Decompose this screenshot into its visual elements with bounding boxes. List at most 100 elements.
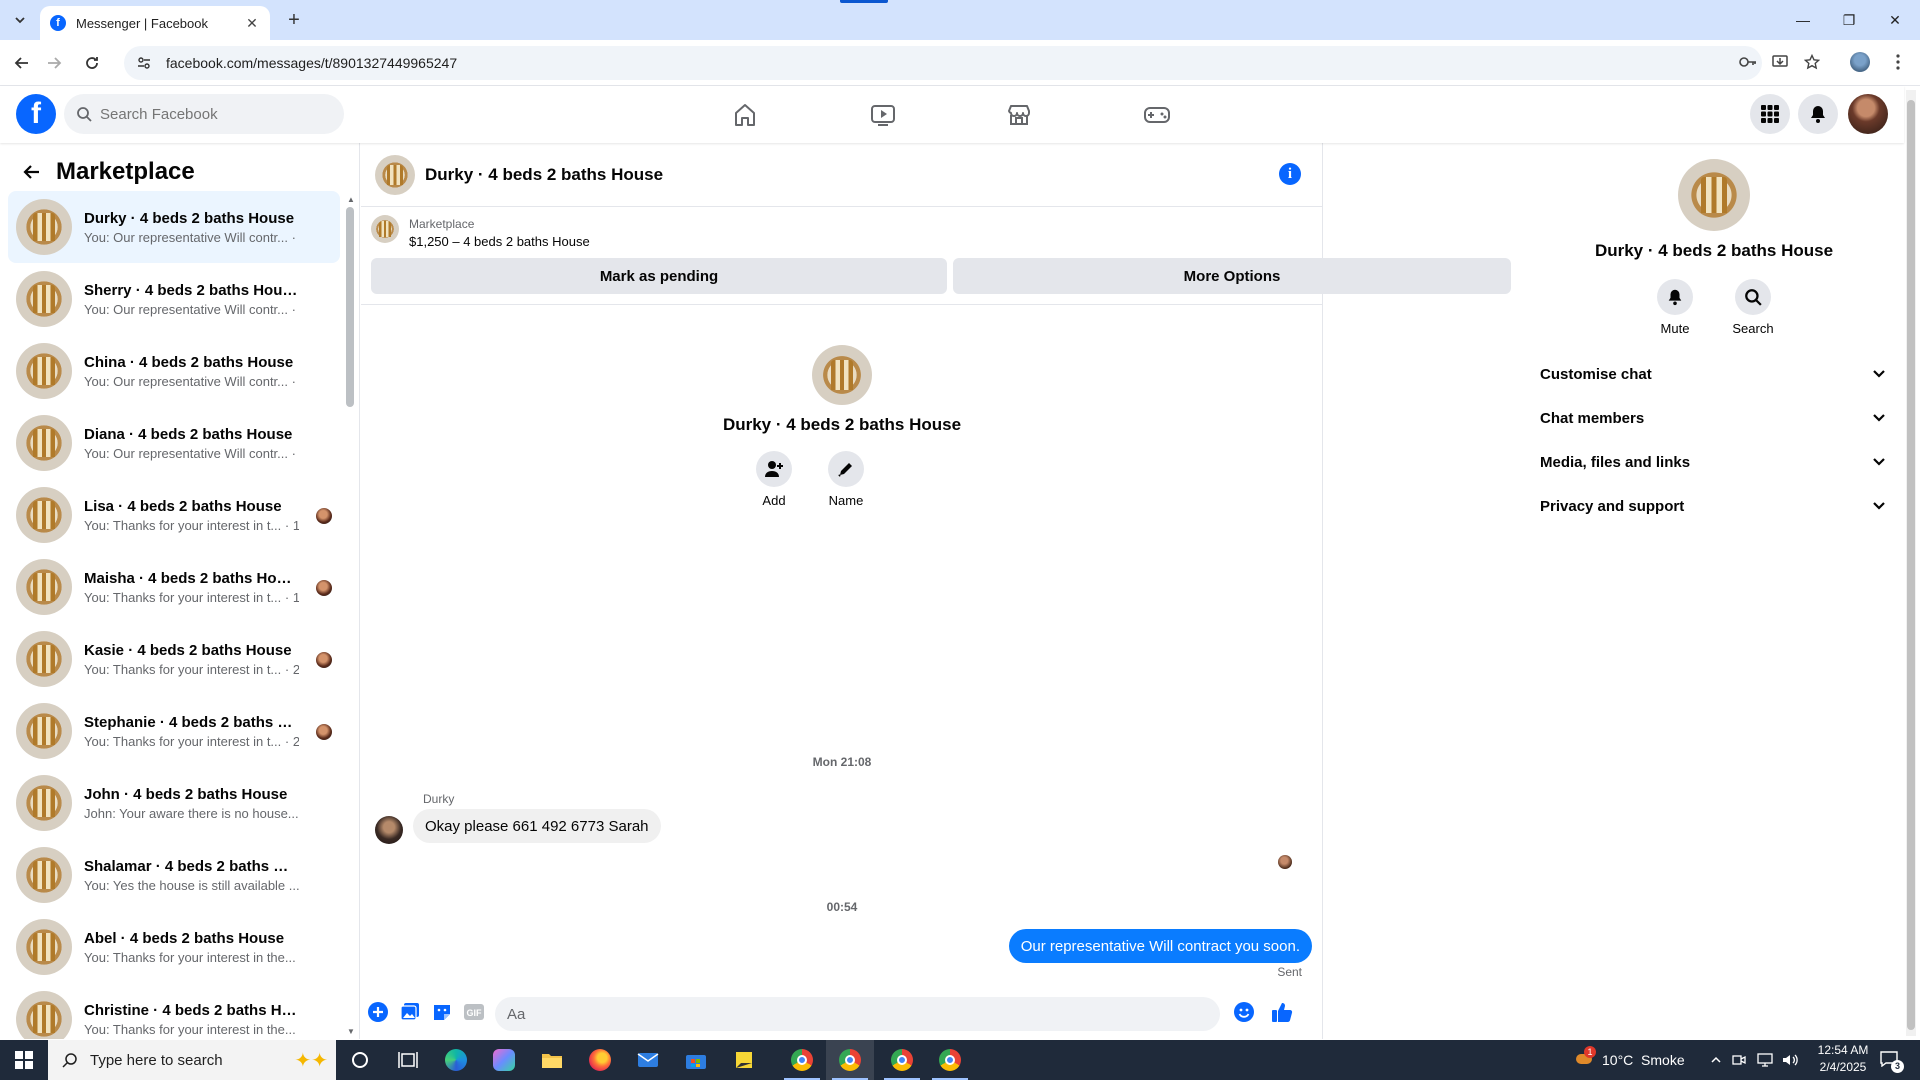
- restore-button[interactable]: ❐: [1826, 0, 1872, 40]
- thumbs-up-icon[interactable]: [1271, 1001, 1293, 1023]
- mark-as-pending-button[interactable]: Mark as pending: [371, 258, 947, 294]
- forward-button[interactable]: [40, 49, 68, 77]
- mail-icon[interactable]: [624, 1040, 672, 1080]
- gif-icon[interactable]: GIF: [463, 1001, 485, 1023]
- cortana-icon[interactable]: [336, 1040, 384, 1080]
- conversation-preview: You: Our representative Will contr...: [84, 445, 289, 461]
- nav-video[interactable]: [828, 86, 938, 143]
- conversation-item[interactable]: Christine · 4 beds 2 baths House You: Tha…: [8, 983, 340, 1039]
- conversation-name: Christine · 4 beds 2 baths House: [84, 1001, 299, 1019]
- chat-thumbnail[interactable]: [375, 154, 415, 195]
- meet-now-icon[interactable]: [1732, 1040, 1746, 1080]
- nav-home[interactable]: [690, 86, 800, 143]
- sender-avatar[interactable]: [375, 816, 403, 844]
- conversation-item[interactable]: Shalamar · 4 beds 2 baths House You: Yes …: [8, 839, 340, 911]
- chrome-window-icon[interactable]: [826, 1040, 874, 1080]
- info-thumbnail[interactable]: [1678, 159, 1750, 231]
- more-options-button[interactable]: More Options: [953, 258, 1511, 294]
- conversation-item[interactable]: Sherry · 4 beds 2 baths House You: Our re…: [8, 263, 340, 335]
- facebook-logo-icon[interactable]: f: [16, 94, 56, 134]
- volume-icon[interactable]: [1782, 1040, 1800, 1080]
- new-tab-button[interactable]: +: [282, 8, 306, 32]
- sticker-icon[interactable]: [431, 1001, 453, 1023]
- conversation-item[interactable]: Stephanie · 4 beds 2 baths Ho... You: Tha…: [8, 695, 340, 767]
- store-icon[interactable]: [672, 1040, 720, 1080]
- system-clock[interactable]: 12:54 AM 2/4/2025: [1810, 1042, 1876, 1076]
- menu-grid-button[interactable]: [1750, 94, 1790, 134]
- tab-search-button[interactable]: [8, 8, 32, 32]
- incoming-message[interactable]: Okay please 661 492 6773 Sarah: [413, 809, 661, 843]
- plus-circle-icon[interactable]: [367, 1001, 389, 1023]
- page-scrollbar[interactable]: [1907, 100, 1915, 1030]
- chrome-profile-icon[interactable]: [878, 1040, 926, 1080]
- browser-menu-icon[interactable]: [1886, 50, 1910, 74]
- bookmark-star-icon[interactable]: [1800, 50, 1824, 74]
- site-info-icon[interactable]: [136, 55, 152, 71]
- listing-thumbnail[interactable]: [371, 215, 399, 243]
- sticky-notes-icon[interactable]: [720, 1040, 768, 1080]
- nav-marketplace[interactable]: [964, 86, 1074, 143]
- outgoing-message[interactable]: Our representative Will contract you soo…: [1008, 929, 1312, 963]
- account-avatar[interactable]: [1848, 94, 1888, 134]
- chrome-profile-2-icon[interactable]: [926, 1040, 974, 1080]
- facebook-search-input[interactable]: [100, 105, 300, 123]
- search-icon: [1745, 289, 1762, 306]
- url-text: facebook.com/messages/t/8901327449965247: [166, 55, 458, 71]
- section-customise-chat[interactable]: Customise chat: [1524, 352, 1904, 396]
- photo-icon[interactable]: [399, 1001, 421, 1023]
- back-button[interactable]: [8, 49, 36, 77]
- minimize-button[interactable]: —: [1780, 0, 1826, 40]
- scroll-up-icon[interactable]: ▲: [347, 195, 355, 204]
- listing-price[interactable]: $1,250 – 4 beds 2 baths House: [409, 234, 590, 249]
- firefox-icon[interactable]: [576, 1040, 624, 1080]
- message-input-box[interactable]: [495, 997, 1220, 1031]
- conversation-item[interactable]: China · 4 beds 2 baths House You: Our rep…: [8, 335, 340, 407]
- nav-gaming[interactable]: [1102, 86, 1212, 143]
- notifications-button[interactable]: [1798, 94, 1838, 134]
- weather-widget[interactable]: 1 10°C Smoke: [1574, 1040, 1685, 1080]
- taskbar-search[interactable]: Type here to search ✦✦: [48, 1040, 336, 1080]
- conversation-item[interactable]: Diana · 4 beds 2 baths House You: Our rep…: [8, 407, 340, 479]
- section-media-files-links[interactable]: Media, files and links: [1524, 440, 1904, 484]
- back-arrow-button[interactable]: [18, 158, 46, 186]
- conversation-item[interactable]: John · 4 beds 2 baths House John: Your aw…: [8, 767, 340, 839]
- edge-icon[interactable]: [432, 1040, 480, 1080]
- address-bar[interactable]: facebook.com/messages/t/8901327449965247: [124, 46, 1762, 80]
- conversation-item[interactable]: Abel · 4 beds 2 baths House You: Thanks f…: [8, 911, 340, 983]
- facebook-search[interactable]: [64, 94, 344, 134]
- search-in-chat-button[interactable]: Search: [1732, 279, 1774, 336]
- reload-button[interactable]: [78, 49, 106, 77]
- section-privacy-support[interactable]: Privacy and support: [1524, 484, 1904, 528]
- network-icon[interactable]: [1756, 1040, 1774, 1080]
- scroll-down-icon[interactable]: ▼: [347, 1027, 355, 1036]
- bell-icon: [1668, 289, 1682, 306]
- emoji-icon[interactable]: [1233, 1001, 1255, 1023]
- mute-button[interactable]: Mute: [1654, 279, 1696, 336]
- conversation-item[interactable]: Maisha · 4 beds 2 baths House You: Thanks…: [8, 551, 340, 623]
- task-view-icon[interactable]: [384, 1040, 432, 1080]
- chat-title[interactable]: Durky · 4 beds 2 baths House: [425, 165, 663, 185]
- listing-thumbnail: [16, 343, 72, 399]
- sidebar-scrollbar[interactable]: [346, 207, 354, 407]
- copilot-icon[interactable]: [480, 1040, 528, 1080]
- notification-center[interactable]: 3: [1880, 1040, 1904, 1080]
- start-button[interactable]: [0, 1040, 48, 1080]
- info-icon[interactable]: i: [1279, 163, 1301, 185]
- edit-name-button[interactable]: Name: [825, 451, 867, 508]
- file-explorer-icon[interactable]: [528, 1040, 576, 1080]
- password-key-icon[interactable]: [1736, 50, 1760, 74]
- conversation-time: · 23h: [291, 301, 299, 317]
- conversation-item[interactable]: Durky · 4 beds 2 baths House You: Our rep…: [8, 191, 340, 263]
- show-hidden-icons[interactable]: [1710, 1040, 1722, 1080]
- section-chat-members[interactable]: Chat members: [1524, 396, 1904, 440]
- close-window-button[interactable]: ✕: [1872, 0, 1918, 40]
- conversation-item[interactable]: Lisa · 4 beds 2 baths House You: Thanks f…: [8, 479, 340, 551]
- close-tab-icon[interactable]: ✕: [244, 15, 260, 31]
- message-input[interactable]: [507, 1005, 1187, 1023]
- add-people-button[interactable]: Add: [753, 451, 795, 508]
- browser-tab-messenger[interactable]: f Messenger | Facebook ✕: [40, 6, 270, 40]
- chrome-icon[interactable]: [778, 1040, 826, 1080]
- conversation-item[interactable]: Kasie · 4 beds 2 baths House You: Thanks …: [8, 623, 340, 695]
- install-app-icon[interactable]: [1768, 50, 1792, 74]
- profile-avatar-icon[interactable]: [1848, 50, 1872, 74]
